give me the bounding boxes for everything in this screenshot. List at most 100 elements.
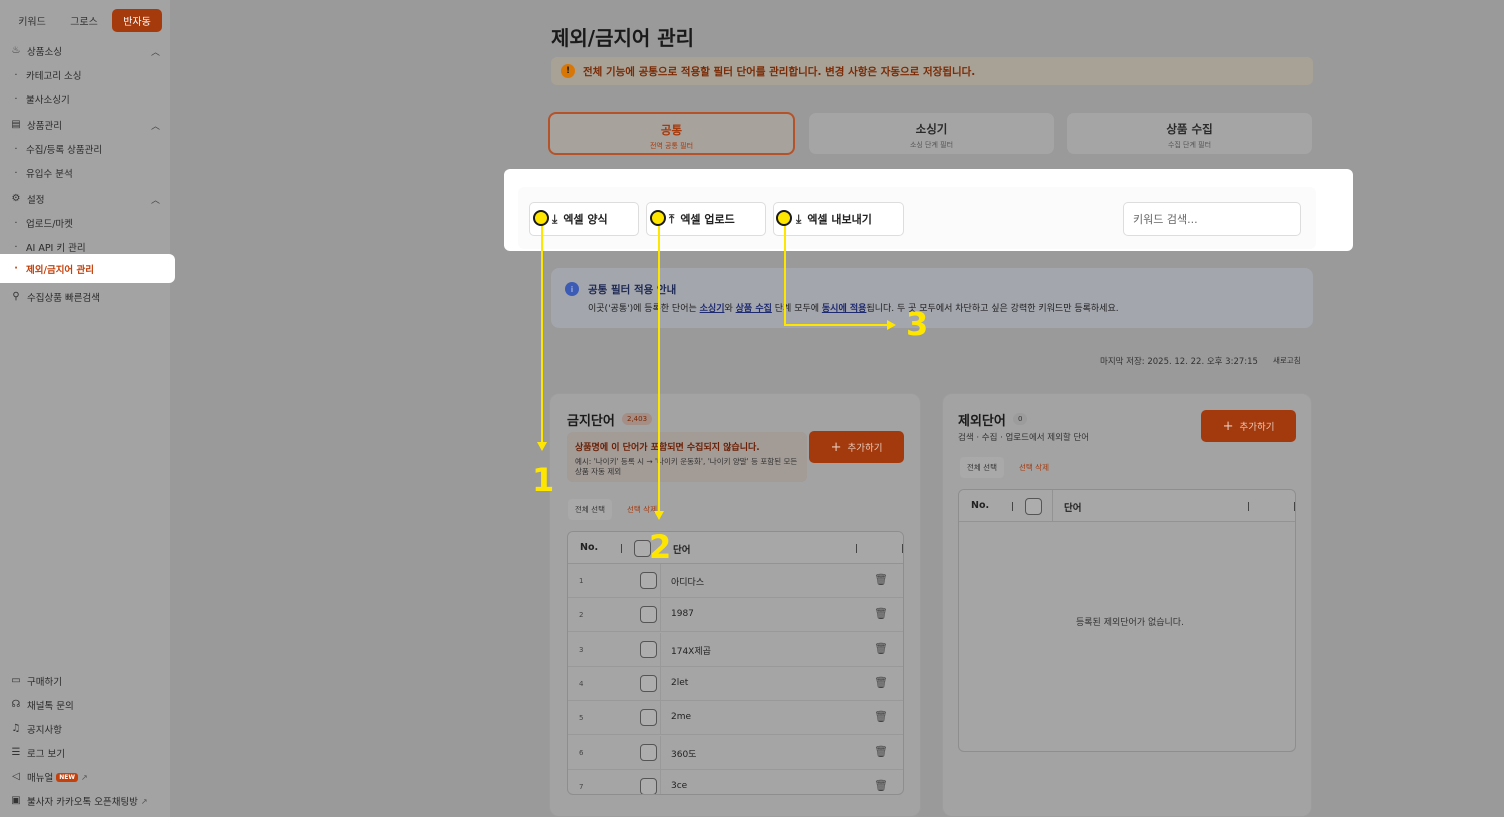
keyword-search-input[interactable] [1123,202,1301,236]
row-checkbox[interactable] [640,674,657,692]
sidebar-item-quick-search[interactable]: ⚲ 수집상품 빠른검색 [10,289,160,305]
col-separator [856,544,857,553]
sidebar-item-purchase[interactable]: ▭ 구매하기 [10,673,160,689]
sidebar-item-banned-words[interactable]: · 제외/금지어 관리 [0,254,175,283]
row-divider [660,564,661,598]
sidebar-item-product-manage[interactable]: · 수집/등록 상품관리 [10,141,160,157]
tab-subtitle: 수집 단계 필터 [1167,141,1212,149]
sidebar-item-traffic-analysis[interactable]: · 유입수 분석 [10,165,160,181]
info-highlight: 동시에 적용 [821,304,867,314]
warning-desc: 예시: '나이키' 등록 시 → '나이키 운동화', '나이키 양말' 등 포… [575,457,798,476]
annotation-marker-2 [650,210,666,226]
sidebar-item-notice[interactable]: ♫ 공지사항 [10,721,160,737]
plus-icon: + [830,439,842,455]
sidebar-item-bulsa-sourcing[interactable]: · 불사소싱기 [10,91,160,107]
sidebar-item-label: 제외/금지어 관리 [26,264,94,276]
tab-title: 공통 [660,123,683,137]
chevron-up-icon: ︿ [150,47,160,58]
row-checkbox[interactable] [640,572,657,589]
row-divider [660,735,661,770]
sidebar-item-logs[interactable]: ☰ 로그 보기 [10,745,160,761]
tab-keyword[interactable]: 키워드 [8,9,56,32]
row-checkbox[interactable] [640,743,657,761]
refresh-button[interactable]: 새로고침 [1273,355,1301,366]
row-word: 3ce [671,780,688,791]
col-no: No. [580,542,599,553]
row-checkbox[interactable] [640,606,657,624]
row-word: 174X제곱 [671,646,711,657]
col-separator [902,544,903,553]
trash-icon[interactable]: 🗑 [874,573,888,586]
sidebar-section-settings[interactable]: ⚙ 설정 ︿ [10,191,160,207]
col-no: No. [971,500,990,511]
table-header: No. 단어 [959,490,1295,522]
annotation-arrow-3 [887,320,896,330]
tab-product-collect[interactable]: 상품 수집 수집 단계 필터 [1066,112,1313,155]
notice-text: 전체 기능에 공통으로 적용할 필터 단어를 관리합니다. 변경 사항은 자동으… [583,65,976,78]
row-no: 6 [579,748,584,757]
sidebar-item-label: 업로드/마켓 [26,219,73,230]
button-label: 추가하기 [1239,422,1275,433]
sidebar-item-category-sourcing[interactable]: · 카테고리 소싱 [10,67,160,83]
row-word: 1987 [671,609,694,620]
page-title: 제외/금지어 관리 [551,26,695,50]
tab-growth[interactable]: 그로스 [60,9,108,32]
table-row: 2 1987 🗑 [568,598,903,633]
button-label: 엑셀 양식 [563,213,608,226]
log-icon: ☰ [11,747,21,758]
info-text: 단계 모두에 [771,304,822,314]
col-separator [621,544,622,553]
download-icon: ⤓ [796,211,802,226]
upload-icon: ⤒ [669,211,675,226]
sidebar-item-ai-api-key[interactable]: · AI API 키 관리 [10,239,160,255]
bullet-icon: · [14,241,18,253]
row-checkbox[interactable] [640,640,657,658]
excluded-select-all-button[interactable]: 전체 선택 [960,457,1004,478]
trash-icon[interactable]: 🗑 [874,607,888,620]
annotation-marker-3 [776,210,792,226]
trash-icon[interactable]: 🗑 [874,745,888,758]
annotation-step-2: 2 [649,528,672,566]
row-word: 2me [671,712,692,723]
gear-icon: ⚙ [11,193,21,204]
plus-icon: + [1222,418,1234,434]
row-checkbox[interactable] [640,777,657,794]
col-separator [1012,502,1013,511]
sidebar-item-upload-market[interactable]: · 업로드/마켓 [10,215,160,231]
trash-icon[interactable]: 🗑 [874,642,888,655]
row-divider [660,666,661,701]
trash-icon[interactable]: 🗑 [874,676,888,689]
sidebar-item-kakao-chat[interactable]: ▣ 불사자 카카오톡 오픈채팅방 ↗ [10,793,160,809]
external-link-icon: ↗ [140,796,148,806]
row-no: 4 [579,679,584,688]
banned-select-all-button[interactable]: 전체 선택 [568,499,612,520]
trash-icon[interactable]: 🗑 [874,779,888,792]
headset-icon: ☊ [11,699,21,710]
excluded-delete-selected-button[interactable]: 선택 삭제 [1019,462,1049,473]
sidebar-item-manual[interactable]: ◁ 매뉴얼 NEW ↗ [10,769,160,785]
add-excluded-button[interactable]: + 추가하기 [1201,410,1296,442]
search-icon: ⚲ [12,291,20,302]
sidebar-section-sourcing[interactable]: ♨ 상품소싱 ︿ [10,43,160,59]
tab-semi-auto[interactable]: 반자동 [112,9,162,32]
sidebar-item-label: 유입수 분석 [26,169,73,180]
tab-sourcing[interactable]: 소싱기 소싱 단계 필터 [808,112,1055,155]
notice-banner: ! 전체 기능에 공통으로 적용할 필터 단어를 관리합니다. 변경 사항은 자… [551,57,1313,85]
excel-export-button[interactable]: ⤓ 엑셀 내보내기 [773,202,904,236]
banned-delete-selected-button[interactable]: 선택 삭제 [627,504,657,515]
add-banned-button[interactable]: + 추가하기 [809,431,904,463]
info-text: 이곳('공통')에 등록한 단어는 [588,304,700,314]
sidebar-section-product[interactable]: ▤ 상품관리 ︿ [10,117,160,133]
select-all-checkbox[interactable] [1025,498,1042,515]
sidebar-item-channel-talk[interactable]: ☊ 채널톡 문의 [10,697,160,713]
trash-icon[interactable]: 🗑 [874,710,888,723]
col-separator [1294,502,1295,511]
row-word: 아디다스 [671,578,705,588]
row-checkbox[interactable] [640,709,657,727]
tab-title: 소싱기 [915,122,948,136]
chevron-up-icon: ︿ [150,195,160,206]
row-no: 5 [579,714,584,723]
table-row: 5 2me 🗑 [568,701,903,736]
tab-common[interactable]: 공통 전역 공통 필터 [548,112,795,155]
row-divider [660,632,661,667]
